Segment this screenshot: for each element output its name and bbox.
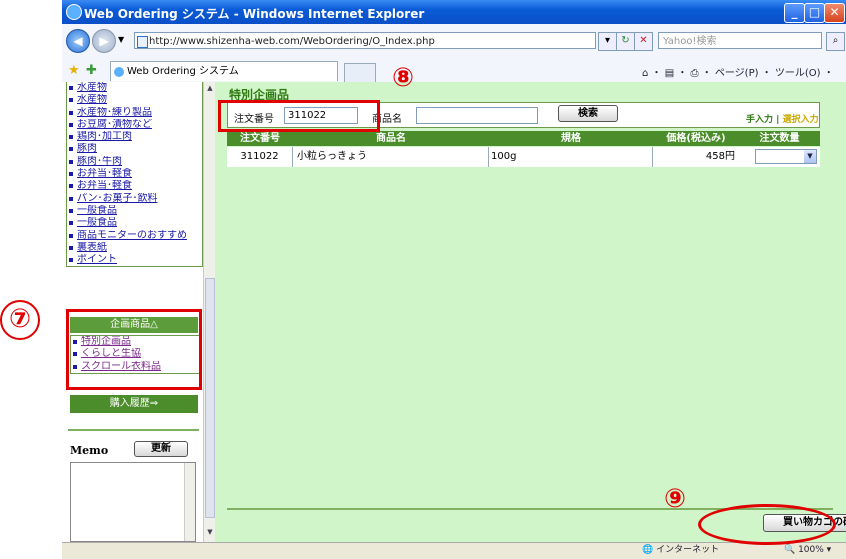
favorites-star-icon[interactable]: ★ (68, 63, 80, 78)
annotation-box-8 (218, 100, 380, 132)
category-item[interactable]: パン･お菓子･飲料 (67, 193, 202, 205)
category-item[interactable]: お弁当･軽食 (67, 180, 202, 192)
table-row: 311022 小粒らっきょう 100g 458円 ▼ (227, 147, 820, 167)
category-list: 水産物 水産物 水産物･練り製品 お豆腐･漬物など 鶏肉･加工肉 豚肉 豚肉･牛… (66, 82, 203, 268)
zoom-level[interactable]: 🔍 100% ▾ (784, 543, 831, 558)
command-bar[interactable]: ⌂ ・ ▤ ・ ⎙ ・ ページ(P) ・ ツール(O) ・ (642, 64, 834, 79)
scroll-down-icon[interactable]: ▼ (205, 528, 215, 539)
window-title: Web Ordering システム - Windows Internet Exp… (84, 7, 425, 21)
tab-ie-icon (114, 67, 124, 77)
title-bar: Web Ordering システム - Windows Internet Exp… (62, 0, 846, 24)
search-icon[interactable]: ⌕ (826, 32, 845, 51)
memo-scrollbar[interactable] (184, 463, 195, 541)
category-item[interactable]: 豚肉･牛肉 (67, 156, 202, 168)
select-input-link[interactable]: 選択入力 (783, 115, 819, 125)
close-button[interactable]: ✕ (824, 3, 845, 23)
input-mode-toggle: 手入力 | 選択入力 (746, 115, 819, 125)
browser-window: Web Ordering システム - Windows Internet Exp… (62, 0, 846, 559)
category-item[interactable]: 商品モニターのおすすめ (67, 230, 202, 242)
category-item[interactable]: 水産物･練り製品 (67, 107, 202, 119)
category-item[interactable]: 水産物 (67, 82, 202, 94)
manual-input-link[interactable]: 手入力 (746, 115, 773, 125)
column-product-name: 商品名 (376, 133, 406, 144)
search-input[interactable]: Yahoo!検索 (658, 32, 822, 49)
add-favorites-icon[interactable]: ✚ (86, 63, 97, 78)
back-button[interactable]: ◀ (66, 29, 90, 53)
history-dropdown-icon[interactable]: ▼ (118, 35, 124, 44)
cell-spec: 100g (489, 147, 653, 167)
product-name-input[interactable] (416, 107, 538, 124)
scroll-up-icon[interactable]: ▲ (205, 84, 215, 95)
forward-button[interactable]: ▶ (92, 29, 116, 53)
address-toolbar: ◀ ▶ ▼ http://www.shizenha-web.com/WebOrd… (62, 24, 846, 59)
new-tab-button[interactable] (344, 63, 376, 83)
annotation-number-8: ⑧ (391, 63, 414, 93)
category-item[interactable]: お弁当･軽食 (67, 168, 202, 180)
cell-order-no: 311022 (227, 147, 293, 167)
search-button[interactable]: 検索 (558, 105, 618, 122)
address-dropdown-icon[interactable]: ▾ (598, 32, 617, 51)
maximize-button[interactable]: □ (804, 3, 825, 23)
annotation-box-7 (66, 309, 202, 390)
tab-bar: ★ ✚ Web Ordering システム ⌂ ・ ▤ ・ ⎙ ・ ページ(P)… (62, 58, 846, 83)
address-field[interactable]: http://www.shizenha-web.com/WebOrdering/… (134, 32, 596, 49)
category-item[interactable]: 裏表紙 (67, 242, 202, 254)
stop-icon[interactable]: ✕ (634, 32, 653, 51)
memo-label: Memo (70, 444, 109, 457)
purchase-history-button[interactable]: 購入履歴⇒ (70, 395, 198, 413)
annotation-number-9: ⑨ (663, 484, 686, 514)
quantity-select[interactable]: ▼ (755, 149, 817, 164)
category-item[interactable]: 豚肉 (67, 143, 202, 155)
category-item[interactable]: お豆腐･漬物など (67, 119, 202, 131)
category-item[interactable]: ポイント (67, 254, 202, 266)
main-panel: 特別企画品 注文番号 311022 商品名 検索 手入力 | 選択入力 注文番号… (215, 82, 846, 542)
status-bar: 🌐 インターネット 🔍 100% ▾ (62, 542, 846, 559)
minimize-button[interactable]: _ (784, 3, 805, 23)
chevron-down-icon[interactable]: ▼ (804, 150, 816, 163)
page-icon (137, 36, 148, 48)
internet-zone: 🌐 インターネット (642, 545, 720, 555)
column-price: 価格(税込み) (666, 133, 726, 144)
tab-web-ordering[interactable]: Web Ordering システム (110, 61, 338, 81)
memo-textarea[interactable] (70, 462, 196, 542)
category-item[interactable]: 一般食品 (67, 205, 202, 217)
memo-update-button[interactable]: 更新 (134, 441, 188, 457)
cell-product-name: 小粒らっきょう (293, 147, 489, 167)
memo-divider (68, 429, 199, 431)
sidebar-scroll-thumb[interactable] (205, 278, 215, 518)
category-item[interactable]: 鶏肉･加工肉 (67, 131, 202, 143)
annotation-ellipse-9 (698, 504, 836, 545)
ie-icon (66, 4, 82, 20)
column-qty: 注文数量 (759, 133, 800, 144)
refresh-icon[interactable]: ↻ (616, 32, 635, 51)
category-item[interactable]: 一般食品 (67, 217, 202, 229)
annotation-number-7: ⑦ (0, 300, 40, 340)
category-item[interactable]: 水産物 (67, 94, 202, 106)
column-order-no: 注文番号 (240, 133, 280, 144)
column-spec: 規格 (561, 133, 581, 144)
cell-price: 458円 (705, 151, 735, 162)
table-header: 注文番号 商品名 規格 価格(税込み) 注文数量 (227, 131, 820, 146)
